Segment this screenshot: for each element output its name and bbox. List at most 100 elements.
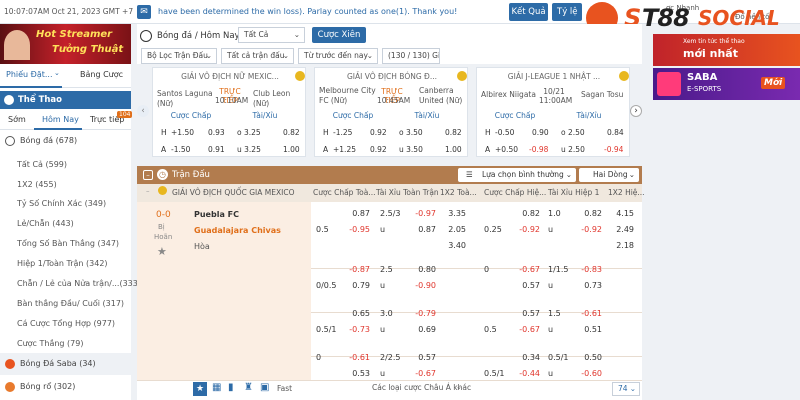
shirt-icon[interactable]: ♜ — [244, 382, 253, 393]
streamer-banner[interactable]: Hot Streamer Tưởng Thuật — [0, 24, 131, 64]
sidebar-subitem[interactable]: Bàn thắng Đầu/ Cuối (317) — [17, 299, 124, 308]
odds-cell[interactable]: 3.35 — [442, 206, 466, 222]
parlay-button[interactable]: Cược Xiên — [312, 27, 366, 43]
notice-ticker: have been determined the win loss). Parl… — [158, 7, 458, 16]
tab-today[interactable]: Hôm Nay — [42, 115, 79, 124]
chevron-down-icon[interactable]: ⌄ — [54, 69, 60, 77]
odds-cell[interactable]: -0.79 — [412, 306, 436, 322]
match-card[interactable]: GIẢI J-LEAGUE 1 NHẬT ... Albirex Niigata… — [476, 67, 630, 157]
results-button[interactable]: Kết Quả — [509, 3, 548, 21]
sidebar-item-saba[interactable]: Bóng Đá Saba (34) — [0, 353, 131, 375]
more-count-select[interactable]: 74 ⌄ — [612, 382, 640, 396]
page-title: Bóng đá / Hôm Nay — [157, 31, 240, 41]
collapse-icon[interactable]: – — [143, 170, 153, 180]
match-filter-select[interactable]: Bộ Lọc Trận Đấu ⌄ — [141, 48, 217, 64]
tab-stats[interactable]: Bảng Cược — [80, 70, 123, 79]
filter-all-select[interactable]: Tất Cả ⌄ — [238, 27, 305, 43]
odds-cell[interactable]: -0.90 — [412, 278, 436, 294]
news-banner[interactable]: Xem tin tức thể thao mới nhất — [653, 34, 800, 66]
odds-button[interactable]: Tỷ lệ — [552, 3, 582, 21]
market-select[interactable]: ☰ Lựa chọn bình thường ⌄ — [458, 168, 576, 182]
star-icon[interactable]: ★ — [157, 245, 167, 258]
sidebar-subitem[interactable]: Tổng Số Bàn Thắng (347) — [17, 239, 119, 248]
odds-cell[interactable]: -0.97 — [412, 206, 436, 222]
odds-cell[interactable]: 0.57 — [516, 278, 540, 294]
odds-cell[interactable]: 0.65 — [346, 306, 370, 322]
stats-icon[interactable]: ▦ — [212, 382, 221, 393]
odds-cell[interactable]: 0.82 — [578, 206, 602, 222]
chevron-right-icon[interactable]: › — [630, 105, 642, 117]
odds-cell[interactable]: -0.92 — [516, 222, 540, 238]
sidebar-subitem[interactable]: Chẵn / Lẻ của Nửa trận/...(333) — [17, 279, 141, 288]
odds-cell[interactable]: -0.92 — [578, 222, 602, 238]
odds-cell[interactable]: -0.67 — [516, 262, 540, 278]
odds-cell[interactable]: -0.60 — [578, 366, 602, 382]
tab-early[interactable]: Sớm — [8, 115, 26, 124]
clock: 10:07:07AM Oct 21, 2023 GMT +7 — [4, 7, 134, 16]
odds-cell[interactable]: 0.79 — [346, 278, 370, 294]
sidebar-subitem[interactable]: Hiệp 1/Toàn Trận (342) — [17, 259, 108, 268]
odds-cell[interactable]: -0.61 — [346, 350, 370, 366]
basketball-icon — [5, 382, 15, 392]
odds-cell[interactable]: -0.61 — [578, 306, 602, 322]
esports-logo-icon — [657, 72, 681, 96]
star-icon[interactable] — [158, 186, 167, 195]
all-matches-select[interactable]: Tất cả trận đấu ⌄ — [221, 48, 294, 64]
draw-label: Hòa — [194, 242, 210, 251]
odds-cell[interactable]: 0.50 — [578, 350, 602, 366]
star-icon[interactable] — [457, 71, 467, 81]
match-card[interactable]: GIẢI VÔ ĐỊCH NỮ MEXIC... Santos Laguna (… — [152, 67, 306, 157]
sidebar-subitem[interactable]: 1X2 (455) — [17, 180, 57, 189]
sidebar-item-basketball[interactable]: Bóng rổ (302) — [0, 376, 131, 398]
odds-cell: u — [548, 325, 554, 334]
odds-cell[interactable]: 0.73 — [578, 278, 602, 294]
star-icon[interactable] — [619, 71, 629, 81]
odds-cell[interactable]: 0.51 — [578, 322, 602, 338]
match-card[interactable]: GIẢI VÔ ĐỊCH BÓNG Đ... Melbourne City FC… — [314, 67, 468, 157]
sidebar-subitem[interactable]: Tỷ Số Chính Xác (349) — [17, 199, 106, 208]
league-count[interactable]: (130 / 130) Giải — [382, 48, 440, 64]
star-icon[interactable]: ★ — [193, 382, 207, 396]
sidebar-subitem[interactable]: Lẻ/Chẵn (443) — [17, 219, 74, 228]
odds-cell[interactable]: 2.49 — [610, 222, 634, 238]
tab-betslip[interactable]: Phiếu Đặt... — [6, 70, 53, 79]
odds-cell[interactable]: 0.53 — [346, 366, 370, 382]
odds-cell[interactable]: 0.69 — [412, 322, 436, 338]
sidebar-subitem[interactable]: Cá Cược Tổng Hợp (977) — [17, 319, 115, 328]
odds-cell[interactable]: 0.80 — [412, 262, 436, 278]
odds-cell[interactable]: -0.67 — [412, 366, 436, 382]
odds-cell[interactable]: 2.18 — [610, 238, 634, 254]
odds-cell[interactable]: 3.40 — [442, 238, 466, 254]
odds-cell[interactable]: 2.05 — [442, 222, 466, 238]
odds-cell[interactable]: -0.67 — [516, 322, 540, 338]
sort-select[interactable]: Từ trước đến nay ⌄ — [298, 48, 378, 64]
chevron-down-icon[interactable]: ⌄ — [456, 383, 462, 391]
odds-cell[interactable]: 0.57 — [516, 306, 540, 322]
field-icon[interactable]: ▣ — [260, 382, 269, 393]
odds-cell[interactable]: 0.87 — [412, 222, 436, 238]
odds-cell[interactable]: -0.87 — [346, 262, 370, 278]
odds-cell[interactable]: -0.95 — [346, 222, 370, 238]
col-header: Cược Chấp Toà... — [313, 188, 376, 197]
chevron-left-icon[interactable]: ‹ — [137, 105, 149, 117]
message-icon[interactable]: ✉ — [137, 5, 151, 19]
odds-cell[interactable]: -0.83 — [578, 262, 602, 278]
fast-label[interactable]: Fast — [277, 384, 292, 393]
odds-cell[interactable]: -0.73 — [346, 322, 370, 338]
collapse-icon[interactable]: – — [146, 187, 150, 195]
odds-cell[interactable]: 0.34 — [516, 350, 540, 366]
odds-cell: 0.5/1 — [484, 369, 505, 378]
star-icon[interactable] — [295, 71, 305, 81]
odds-cell[interactable]: -0.44 — [516, 366, 540, 382]
chart-icon[interactable]: ▮ — [228, 382, 234, 393]
odds-cell[interactable]: 0.87 — [346, 206, 370, 222]
saba-esports-banner[interactable]: SABA E-SPORTS Mới — [653, 68, 800, 100]
sidebar-item-football[interactable]: Bóng đá (678) — [0, 130, 131, 152]
sidebar-subitem[interactable]: Tất Cả (599) — [17, 160, 67, 169]
sidebar-subitem[interactable]: Cược Thắng (79) — [17, 339, 83, 348]
league-name: GIẢI VÔ ĐỊCH QUỐC GIA MEXICO — [172, 188, 295, 197]
odds-cell[interactable]: 0.82 — [516, 206, 540, 222]
odds-cell[interactable]: 4.15 — [610, 206, 634, 222]
odds-cell[interactable]: 0.57 — [412, 350, 436, 366]
lines-select[interactable]: Hai Dòng ⌄ — [579, 168, 639, 182]
